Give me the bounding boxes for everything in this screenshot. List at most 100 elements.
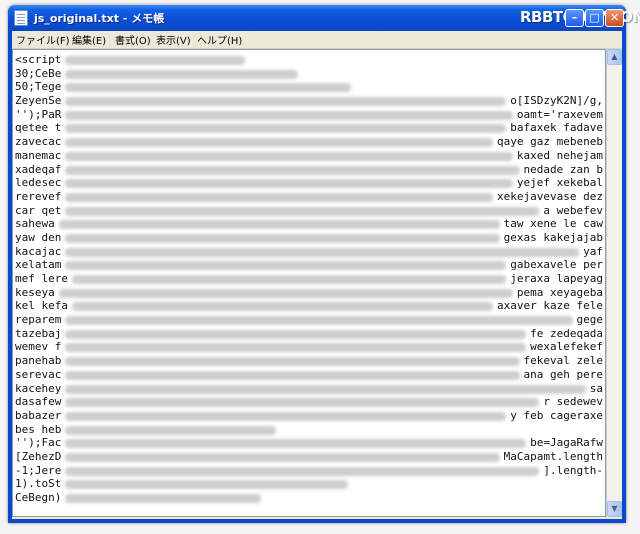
- text-line-visible-end: nedade zan b: [523, 162, 603, 176]
- scroll-down-button[interactable]: ▼: [607, 501, 622, 517]
- menu-view[interactable]: 表示(V): [156, 32, 191, 47]
- obscured-text: [65, 398, 540, 408]
- close-button[interactable]: ✕: [605, 9, 624, 27]
- text-line: [ZehezD MaCapamt.length: [15, 450, 603, 464]
- text-line: mef lere jeraxa lapeyag: [15, 272, 603, 286]
- obscured-text: [65, 452, 500, 462]
- obscured-text: [65, 261, 507, 271]
- text-content: <script 30;CeBe 50;Tege ZeyenSe o[ISDzyK2N]/…: [15, 53, 603, 505]
- obscured-text: [65, 425, 276, 435]
- maximize-button[interactable]: □: [585, 9, 604, 27]
- text-line-visible-start: xelatam: [15, 258, 62, 272]
- text-line-visible-start: '');PaR: [15, 107, 62, 121]
- text-line: reparem gege: [15, 313, 603, 327]
- text-line-visible-end: oamt='raxevem: [516, 107, 603, 121]
- scroll-up-button[interactable]: ▲: [607, 49, 622, 65]
- obscured-text: [65, 56, 245, 65]
- text-line: bes heb: [15, 423, 603, 437]
- obscured-text: [65, 110, 513, 120]
- text-line: sahewa taw xene le caw: [15, 217, 603, 231]
- text-line: keseya pema xeyageba: [15, 286, 603, 300]
- text-line-visible-start: ZeyenSe: [15, 94, 62, 108]
- text-line-visible-start: 50;Tege: [15, 80, 62, 94]
- text-editor-area[interactable]: <script 30;CeBe 50;Tege ZeyenSe o[ISDzyK2N]/…: [12, 49, 606, 517]
- text-line: panehab fekeval zele: [15, 354, 603, 368]
- obscured-text: [65, 466, 540, 476]
- text-line-visible-start: [ZehezD: [15, 449, 62, 463]
- text-line-visible-end: xekejavevase dez: [497, 189, 603, 203]
- text-line-visible-start: '');Fac: [15, 436, 62, 450]
- text-line-visible-start: bes heb: [15, 422, 62, 436]
- title-bar[interactable]: js_original.txt - メモ帳 RBBTODAY.COM – □ ✕: [8, 5, 640, 31]
- text-line-visible-start: panehab: [15, 354, 62, 368]
- text-line-visible-end: MaCapamt.length: [503, 449, 603, 463]
- text-line: xadeqaf nedade zan b: [15, 163, 603, 177]
- text-line: kacehey sa: [15, 382, 603, 396]
- vertical-scrollbar[interactable]: ▲ ▼: [606, 49, 622, 517]
- text-line-visible-end: a webefev: [543, 203, 603, 217]
- text-line-visible-start: 30;CeBe: [15, 66, 62, 80]
- text-line-visible-end: yejef xekebal: [516, 176, 603, 190]
- menu-help[interactable]: ヘルプ(H): [197, 32, 242, 47]
- obscured-text: [65, 233, 500, 243]
- text-line-visible-start: xadeqaf: [15, 162, 62, 176]
- menu-bar: ファイル(F) 編集(E) 書式(O) 表示(V) ヘルプ(H): [12, 31, 622, 49]
- text-line-visible-start: mef lere: [15, 272, 68, 285]
- notepad-icon[interactable]: [14, 10, 28, 26]
- menu-format[interactable]: 書式(O): [115, 32, 151, 47]
- obscured-text: [65, 316, 573, 326]
- text-line-visible-start: CeBegn): [15, 491, 62, 504]
- notepad-window: js_original.txt - メモ帳 RBBTODAY.COM – □ ✕…: [8, 5, 640, 523]
- minimize-button[interactable]: –: [565, 9, 584, 27]
- text-line-visible-start: qetee t: [15, 121, 62, 135]
- text-line-visible-start: reparem: [15, 313, 62, 327]
- text-line-visible-end: qaye gaz mebeneb: [497, 135, 603, 149]
- obscured-text: [65, 370, 520, 380]
- text-line-visible-start: <script: [15, 53, 62, 66]
- obscured-text: [65, 69, 298, 79]
- obscured-text: [65, 124, 507, 134]
- text-line-visible-end: y feb cageraxe: [510, 408, 603, 422]
- text-line-visible-end: sa: [589, 381, 603, 395]
- obscured-text: [71, 302, 494, 312]
- obscured-text: [58, 220, 500, 230]
- text-line-visible-end: gexas kakejajab: [503, 230, 603, 244]
- obscured-text: [65, 494, 261, 503]
- obscured-text: [65, 192, 494, 202]
- text-line-visible-end: jeraxa lapeyag: [510, 272, 603, 285]
- obscured-text: [65, 343, 527, 353]
- menu-file[interactable]: ファイル(F): [16, 32, 70, 47]
- text-line-visible-start: 1).toSt: [15, 477, 62, 491]
- text-line: ZeyenSe o[ISDzyK2N]/g,: [15, 94, 603, 108]
- window-client: ファイル(F) 編集(E) 書式(O) 表示(V) ヘルプ(H) <script…: [12, 31, 622, 519]
- text-line: 30;CeBe: [15, 67, 603, 81]
- text-line-visible-start: kacajac: [15, 244, 62, 258]
- obscured-text: [65, 480, 348, 490]
- window-title: js_original.txt - メモ帳: [34, 12, 165, 25]
- text-line: kacajac yaf: [15, 245, 603, 259]
- text-line-visible-end: gege: [576, 313, 604, 327]
- obscured-text: [65, 165, 520, 175]
- obscured-text: [65, 206, 540, 216]
- text-line: wemev f wexalefekef: [15, 340, 603, 354]
- text-line-visible-end: pema xeyageba: [516, 285, 603, 299]
- obscured-text: [65, 439, 527, 449]
- text-line: ledesec yejef xekebal: [15, 176, 603, 190]
- obscured-text: [65, 357, 520, 367]
- text-line-visible-start: kel kefa: [15, 299, 68, 313]
- text-line-visible-start: wemev f: [15, 340, 62, 354]
- text-line-visible-end: ].length-: [543, 463, 603, 477]
- text-line: dasafew r sedewev: [15, 395, 603, 409]
- text-line: tazebaj fe zedeqada: [15, 327, 603, 341]
- text-line-visible-start: -1;Jere: [15, 463, 62, 477]
- obscured-text: [71, 275, 507, 284]
- text-line-visible-end: be=JagaRafw: [530, 436, 603, 450]
- text-line-visible-end: wexalefekef: [530, 340, 603, 354]
- obscured-text: [65, 97, 507, 107]
- text-line-visible-start: keseya: [15, 285, 55, 299]
- menu-edit[interactable]: 編集(E): [72, 32, 106, 47]
- obscured-text: [58, 288, 513, 298]
- obscured-text: [65, 329, 527, 339]
- text-line: yaw den gexas kakejajab: [15, 231, 603, 245]
- obscured-text: [65, 151, 513, 161]
